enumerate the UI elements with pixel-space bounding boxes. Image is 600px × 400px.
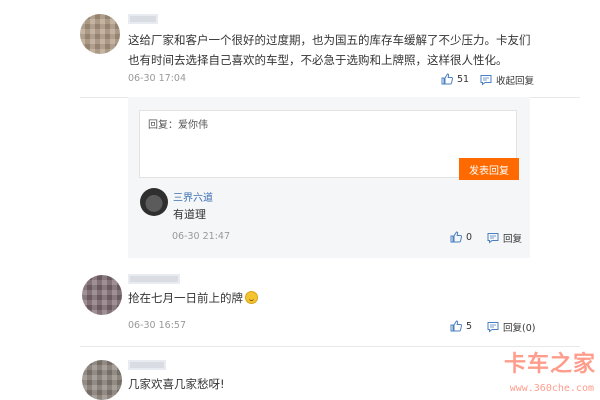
thumbs-up-icon xyxy=(450,231,462,243)
sub-reply-username[interactable]: 三界六道 xyxy=(173,189,213,204)
comment-text: 这给厂家和客户一个很好的过度期，也为国五的库存车缓解了不少压力。卡友们也有时间去… xyxy=(128,33,531,67)
sub-reply-time: 06-30 21:47 xyxy=(172,231,231,242)
like-button[interactable]: 5 xyxy=(450,320,472,332)
like-button[interactable]: 51 xyxy=(441,73,469,85)
comment-text-content: 抢在七月一日前上的牌 xyxy=(128,291,243,305)
avatar[interactable] xyxy=(82,360,122,400)
watermark-url: www.360che.com xyxy=(509,383,594,394)
reply-label: 回复(0) xyxy=(503,323,536,334)
like-count: 51 xyxy=(457,73,470,85)
username-blurred[interactable] xyxy=(128,274,180,284)
sub-reply-reply-button[interactable]: 回复 xyxy=(487,231,522,245)
sub-reply-text: 有道理 xyxy=(173,208,206,221)
username-blurred[interactable] xyxy=(128,360,166,370)
smile-emoji-icon xyxy=(245,291,258,304)
sub-reply-like-button[interactable]: 0 xyxy=(450,231,472,243)
like-count: 0 xyxy=(466,231,473,243)
comment-time: 06-30 16:57 xyxy=(128,320,187,331)
submit-reply-button[interactable]: 发表回复 xyxy=(459,158,519,180)
sub-reply-avatar[interactable] xyxy=(140,188,168,216)
comment-text: 几家欢喜几家愁呀! xyxy=(128,377,225,391)
comment-text: 抢在七月一日前上的牌 xyxy=(128,288,258,308)
thumbs-up-icon xyxy=(450,320,462,332)
like-count: 5 xyxy=(466,320,473,332)
avatar[interactable] xyxy=(80,14,120,54)
comment-icon xyxy=(487,233,499,244)
watermark-logo: 卡车之家 xyxy=(503,352,596,377)
avatar[interactable] xyxy=(82,275,122,315)
comment-time: 06-30 17:04 xyxy=(128,73,187,84)
reply-label: 收起回复 xyxy=(496,76,535,87)
username-blurred[interactable] xyxy=(128,14,158,24)
comment-icon xyxy=(480,75,492,86)
collapse-reply-button[interactable]: 收起回复 xyxy=(480,73,534,87)
comment-icon xyxy=(487,322,499,333)
reply-button[interactable]: 回复(0) xyxy=(487,320,535,334)
reply-label: 回复 xyxy=(503,234,523,245)
thumbs-up-icon xyxy=(441,73,453,85)
